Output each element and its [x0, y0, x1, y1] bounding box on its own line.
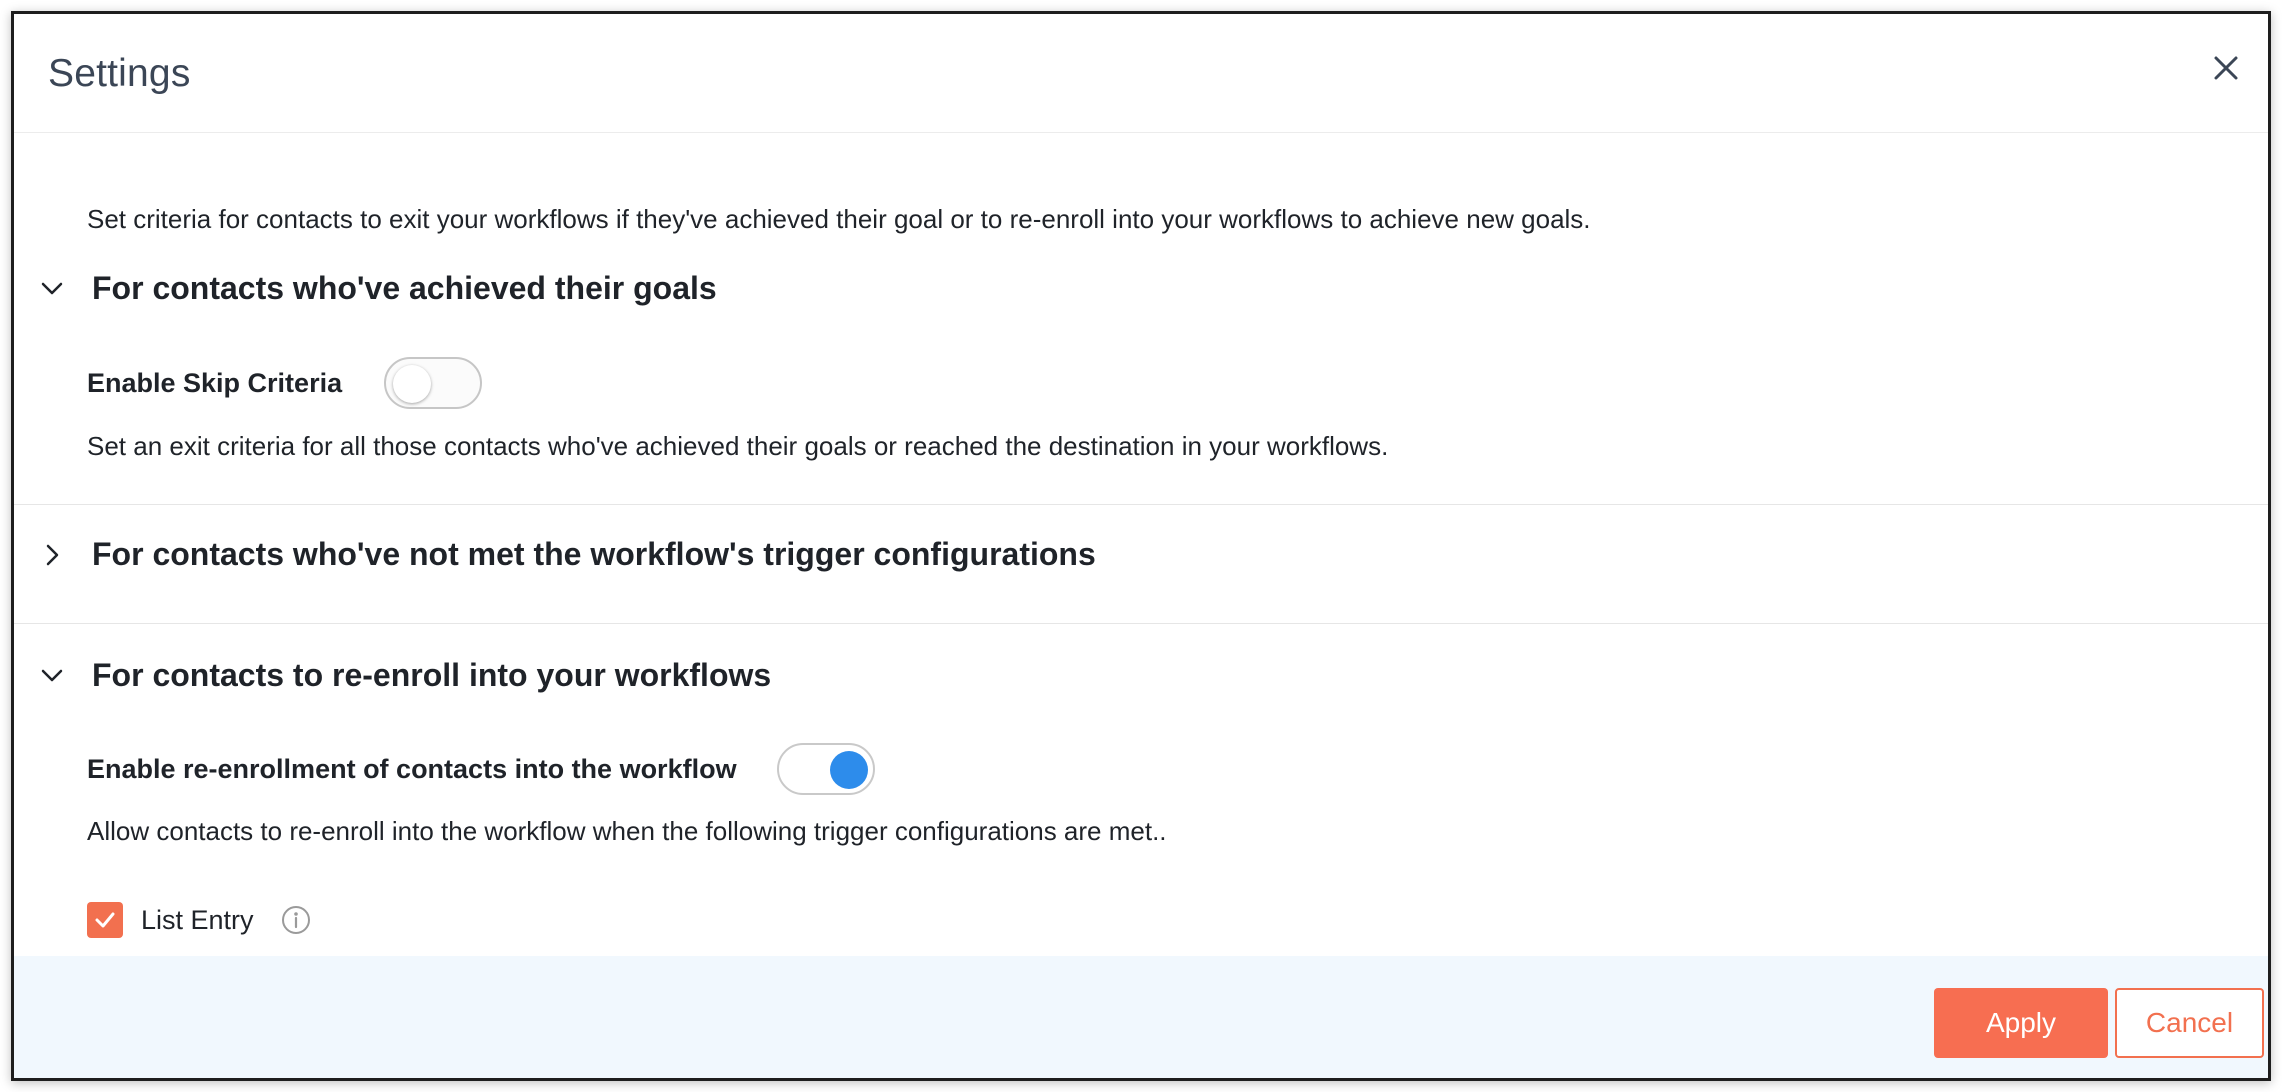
section-divider: [14, 504, 2268, 505]
toggle-label: Enable Skip Criteria: [87, 367, 343, 398]
list-entry-row: List Entry: [87, 902, 312, 938]
intro-text: Set criteria for contacts to exit your w…: [87, 204, 1591, 234]
section-title: For contacts who've not met the workflow…: [92, 536, 1096, 572]
dialog-footer: Apply Cancel: [14, 956, 2268, 1078]
toggle-knob: [829, 751, 868, 789]
skip-criteria-description: Set an exit criteria for all those conta…: [87, 431, 1389, 461]
re-enrollment-toggle[interactable]: [776, 743, 875, 795]
chevron-down-icon: [34, 271, 70, 307]
cancel-button[interactable]: Cancel: [2115, 988, 2264, 1058]
info-icon[interactable]: [280, 904, 312, 936]
skip-criteria-row: Enable Skip Criteria: [87, 357, 483, 409]
section-header-achieved-goals[interactable]: For contacts who've achieved their goals: [34, 270, 717, 307]
dialog-body: Set criteria for contacts to exit your w…: [14, 134, 2268, 956]
section-title: For contacts who've achieved their goals: [92, 270, 717, 306]
skip-criteria-toggle[interactable]: [384, 357, 483, 409]
section-divider: [14, 623, 2268, 624]
chevron-right-icon: [34, 537, 70, 573]
settings-dialog: Settings Set criteria for contacts to ex…: [11, 11, 2271, 1081]
section-title: For contacts to re-enroll into your work…: [92, 657, 772, 693]
section-header-not-met-trigger[interactable]: For contacts who've not met the workflow…: [34, 536, 1096, 573]
screen: Settings Set criteria for contacts to ex…: [0, 0, 2282, 1092]
dialog-header: Settings: [14, 14, 2268, 133]
checkmark-icon: [95, 912, 115, 928]
close-icon[interactable]: [2206, 48, 2246, 88]
list-entry-label: List Entry: [141, 904, 254, 935]
apply-button[interactable]: Apply: [1934, 988, 2108, 1058]
dialog-title: Settings: [48, 52, 191, 95]
toggle-knob: [393, 365, 432, 403]
toggle-label: Enable re-enrollment of contacts into th…: [87, 753, 737, 784]
list-entry-checkbox[interactable]: [87, 902, 123, 938]
section-header-re-enroll[interactable]: For contacts to re-enroll into your work…: [34, 657, 771, 694]
re-enrollment-row: Enable re-enrollment of contacts into th…: [87, 743, 875, 795]
re-enrollment-description: Allow contacts to re-enroll into the wor…: [87, 816, 1167, 846]
chevron-down-icon: [34, 658, 70, 694]
